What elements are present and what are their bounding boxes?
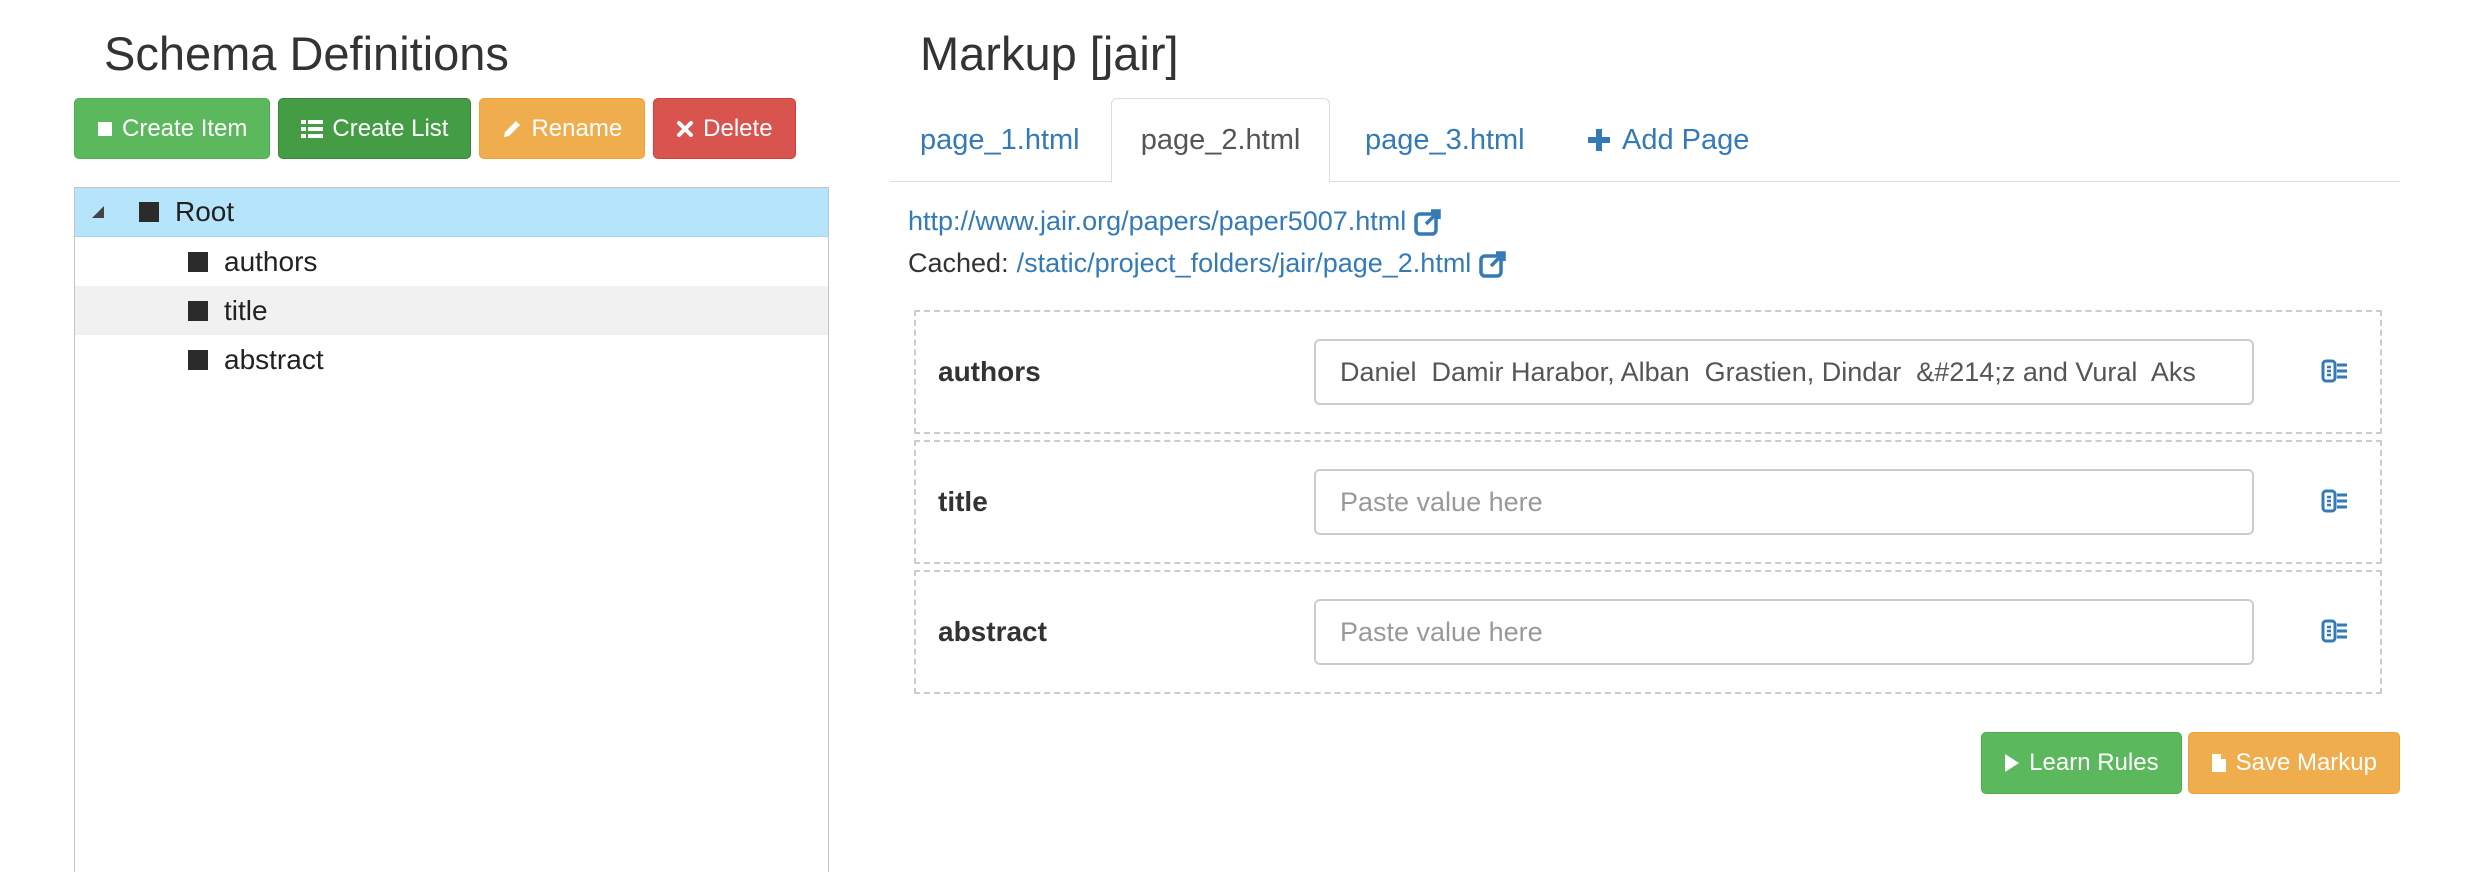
tab-page-2[interactable]: page_2.html	[1111, 98, 1330, 183]
stop-square-icon	[97, 121, 113, 137]
plus-icon	[1586, 127, 1612, 153]
tree-node-label: abstract	[224, 343, 324, 375]
list-icon	[301, 119, 324, 139]
node-square-icon	[139, 202, 159, 222]
title-value-input[interactable]	[1314, 469, 2254, 535]
learn-rules-label: Learn Rules	[2029, 749, 2159, 776]
source-url-line: http://www.jair.org/papers/paper5007.htm…	[908, 206, 1442, 237]
tree-node-authors[interactable]: authors	[75, 237, 828, 286]
markup-actions: Learn Rules Save Markup	[1981, 732, 2400, 794]
rename-button[interactable]: Rename	[479, 98, 646, 159]
extract-icon[interactable]	[2321, 617, 2349, 650]
cached-url-line: Cached: /static/project_folders/jair/pag…	[908, 248, 1507, 279]
create-list-button[interactable]: Create List	[278, 98, 472, 159]
markup-panel: Markup [jair] page_1.html page_2.html pa…	[890, 0, 2400, 872]
node-square-icon	[188, 349, 208, 370]
app-page: Schema Definitions Create Item Create Li…	[0, 0, 2476, 872]
schema-title: Schema Definitions	[104, 27, 509, 80]
field-authors: authors	[914, 310, 2382, 434]
save-markup-label: Save Markup	[2235, 749, 2377, 776]
save-markup-button[interactable]: Save Markup	[2187, 732, 2400, 794]
tab-page-1[interactable]: page_1.html	[920, 98, 1080, 182]
schema-tree: Root authors title abstract	[74, 187, 829, 872]
source-url-link[interactable]: http://www.jair.org/papers/paper5007.htm…	[908, 206, 1406, 237]
authors-value-input[interactable]	[1314, 339, 2254, 405]
tree-node-label: title	[224, 294, 268, 326]
remove-icon	[676, 120, 694, 138]
cached-label: Cached:	[908, 248, 1009, 278]
external-link-icon[interactable]	[1414, 208, 1442, 236]
schema-toolbar: Create Item Create List Rename Delete	[74, 98, 796, 159]
file-icon	[2211, 753, 2227, 773]
tab-page-3[interactable]: page_3.html	[1365, 98, 1525, 182]
delete-label: Delete	[703, 114, 773, 142]
field-title: title	[914, 440, 2382, 564]
field-abstract: abstract	[914, 570, 2382, 694]
learn-rules-button[interactable]: Learn Rules	[1981, 732, 2182, 794]
play-icon	[2004, 753, 2020, 773]
pencil-icon	[502, 119, 522, 139]
node-square-icon	[188, 251, 208, 272]
field-label: abstract	[938, 616, 1047, 647]
field-label: title	[938, 486, 988, 517]
node-square-icon	[188, 300, 208, 321]
page-tabs: page_1.html page_2.html page_3.html Add …	[890, 98, 2400, 183]
tree-node-label: authors	[224, 245, 318, 277]
create-item-button[interactable]: Create Item	[74, 98, 271, 159]
markup-title: Markup [jair]	[920, 27, 1179, 80]
add-page-label: Add Page	[1622, 123, 1750, 156]
extract-icon[interactable]	[2321, 487, 2349, 520]
rename-label: Rename	[531, 114, 623, 142]
extract-icon[interactable]	[2321, 357, 2349, 390]
tree-node-abstract[interactable]: abstract	[75, 335, 828, 384]
cached-url-link[interactable]: /static/project_folders/jair/page_2.html	[1017, 248, 1472, 279]
tree-node-root[interactable]: Root	[75, 188, 828, 237]
external-link-icon[interactable]	[1479, 250, 1507, 278]
tree-node-label: Root	[175, 196, 235, 227]
add-page-tab[interactable]: Add Page	[1586, 98, 1749, 182]
create-item-label: Create Item	[122, 114, 248, 142]
tree-node-title[interactable]: title	[75, 286, 828, 335]
collapse-caret-icon[interactable]	[92, 206, 104, 218]
schema-panel: Schema Definitions Create Item Create Li…	[74, 0, 829, 872]
delete-button[interactable]: Delete	[653, 98, 796, 159]
abstract-value-input[interactable]	[1314, 599, 2254, 665]
field-label: authors	[938, 356, 1041, 387]
create-list-label: Create List	[332, 114, 449, 142]
